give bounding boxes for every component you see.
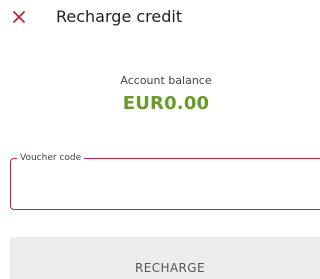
recharge-button[interactable]: RECHARGE — [10, 237, 320, 279]
header: Recharge credit — [0, 0, 319, 36]
voucher-code-label: Voucher code — [17, 152, 85, 164]
page-title: Recharge credit — [56, 7, 183, 26]
voucher-code-input[interactable] — [21, 173, 315, 197]
voucher-code-field[interactable]: Voucher code — [10, 152, 320, 210]
recharge-credit-screen: Recharge credit Account balance EUR0.00 … — [0, 0, 320, 279]
balance-value: EUR0.00 — [122, 93, 210, 114]
balance-label: Account balance — [120, 74, 212, 87]
close-button[interactable] — [8, 6, 30, 28]
close-icon — [13, 11, 25, 23]
